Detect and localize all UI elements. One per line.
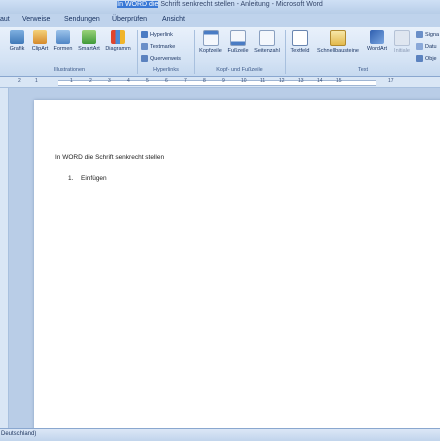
- textmarke-button[interactable]: Textmarke: [141, 43, 175, 50]
- ruler-number: 6: [165, 78, 168, 84]
- tab-sendungen[interactable]: Sendungen: [64, 16, 100, 23]
- clipart-label: ClipArt: [31, 46, 49, 52]
- smartart-icon: [82, 30, 96, 44]
- group-divider: [194, 30, 195, 74]
- ruler-number: 10: [241, 78, 247, 84]
- group-divider: [137, 30, 138, 74]
- schnellbausteine-button[interactable]: Schnellbausteine: [313, 30, 363, 54]
- clipart-icon: [33, 30, 47, 44]
- globe-link-icon: [141, 31, 148, 38]
- vertical-ruler[interactable]: [0, 88, 9, 428]
- objekt-button[interactable]: Obje: [416, 55, 437, 62]
- seitenzahl-label: Seitenzahl: [254, 48, 280, 54]
- ribbon: Grafik ClipArt Formen SmartArt Diagramm …: [0, 27, 440, 77]
- hyperlink-button[interactable]: Hyperlink: [141, 31, 173, 38]
- textfeld-button[interactable]: Textfeld: [288, 30, 312, 54]
- wordart-button[interactable]: WordArt: [364, 30, 390, 52]
- chart-icon: [111, 30, 125, 44]
- object-icon: [416, 55, 423, 62]
- smartart-button[interactable]: SmartArt: [76, 30, 102, 52]
- shapes-icon: [56, 30, 70, 44]
- ruler-number: 1: [35, 78, 38, 84]
- bookmark-icon: [141, 43, 148, 50]
- window-title: In WORD die Schrift senkrecht stellen - …: [0, 1, 440, 8]
- title-highlight: In WORD die: [117, 1, 159, 8]
- ruler-number: 1: [70, 78, 73, 84]
- document-page[interactable]: [34, 100, 440, 440]
- ruler-number: 15: [336, 78, 342, 84]
- page-number-icon: [259, 30, 275, 46]
- group-label-kopf-fusszeile: Kopf- und Fußzeile: [216, 67, 263, 73]
- fusszeile-label: Fußzeile: [227, 48, 249, 54]
- date-icon: [416, 43, 423, 50]
- ruler-number: 13: [298, 78, 304, 84]
- kopfzeile-label: Kopfzeile: [199, 48, 222, 54]
- initiale-button[interactable]: Initiale: [391, 30, 413, 54]
- ruler-number: 8: [203, 78, 206, 84]
- diagramm-button[interactable]: Diagramm: [103, 30, 133, 52]
- textfeld-label: Textfeld: [290, 48, 310, 54]
- signature-icon: [416, 31, 423, 38]
- group-label-hyperlinks: Hyperlinks: [153, 67, 179, 73]
- picture-icon: [10, 30, 24, 44]
- textbox-icon: [292, 30, 308, 46]
- header-icon: [202, 30, 219, 46]
- smartart-label: SmartArt: [78, 46, 100, 52]
- tab-ueberpruefen[interactable]: Überprüfen: [112, 16, 147, 23]
- kopfzeile-button[interactable]: Kopfzeile: [197, 30, 224, 54]
- quick-parts-icon: [330, 30, 346, 46]
- ruler-number: 4: [127, 78, 130, 84]
- initiale-label: Initiale: [394, 48, 410, 54]
- wordart-label: WordArt: [366, 46, 388, 52]
- grafik-button[interactable]: Grafik: [6, 30, 28, 52]
- ruler-number: 3: [108, 78, 111, 84]
- drop-cap-icon: [394, 30, 410, 46]
- ruler-number: 5: [146, 78, 149, 84]
- fusszeile-button[interactable]: Fußzeile: [225, 30, 251, 54]
- tab-verweise[interactable]: Verweise: [22, 16, 50, 23]
- tab-einfuegen[interactable]: aut: [0, 16, 10, 23]
- document-heading[interactable]: In WORD die Schrift senkrecht stellen: [55, 154, 164, 161]
- datum-button[interactable]: Datu: [416, 43, 437, 50]
- diagramm-label: Diagramm: [105, 46, 131, 52]
- tab-ansicht[interactable]: Ansicht: [162, 16, 185, 23]
- group-label-illustrationen: Illustrationen: [53, 67, 86, 73]
- ruler-number: 2: [89, 78, 92, 84]
- grafik-label: Grafik: [9, 46, 25, 52]
- ruler-number: 14: [317, 78, 323, 84]
- ribbon-tabs: aut Verweise Sendungen Überprüfen Ansich…: [0, 14, 440, 28]
- ruler-number: 2: [18, 78, 21, 84]
- ruler-number: 7: [184, 78, 187, 84]
- ruler-number: 11: [260, 78, 266, 84]
- ruler-track: [58, 80, 376, 86]
- schnellbausteine-label: Schnellbausteine: [317, 48, 359, 54]
- title-text: Schrift senkrecht stellen - Anleitung - …: [158, 1, 323, 8]
- formen-label: Formen: [53, 46, 73, 52]
- querverweis-button[interactable]: Querverweis: [141, 55, 181, 62]
- seitenzahl-button[interactable]: Seitenzahl: [252, 30, 282, 54]
- ruler-number: 17: [388, 78, 394, 84]
- group-divider: [285, 30, 286, 74]
- group-label-text: Text: [357, 67, 369, 73]
- footer-icon: [230, 30, 246, 46]
- formen-button[interactable]: Formen: [52, 30, 74, 52]
- language-status[interactable]: Deutschland): [1, 431, 36, 437]
- list-item[interactable]: Einfügen: [81, 175, 107, 182]
- list-number: 1.: [68, 175, 74, 182]
- status-bar: Deutschland): [0, 428, 440, 441]
- title-bar: In WORD die Schrift senkrecht stellen - …: [0, 0, 440, 14]
- document-workspace: [9, 88, 440, 440]
- wordart-icon: [370, 30, 384, 44]
- ruler-number: 12: [279, 78, 285, 84]
- clipart-button[interactable]: ClipArt: [29, 30, 51, 52]
- cross-reference-icon: [141, 55, 148, 62]
- ruler-number: 9: [222, 78, 225, 84]
- horizontal-ruler[interactable]: 2 1 1 2 3 4 5 6 7 8 9 10 11 12 13 14 15 …: [0, 77, 440, 88]
- signaturzeile-button[interactable]: Signa: [416, 31, 439, 38]
